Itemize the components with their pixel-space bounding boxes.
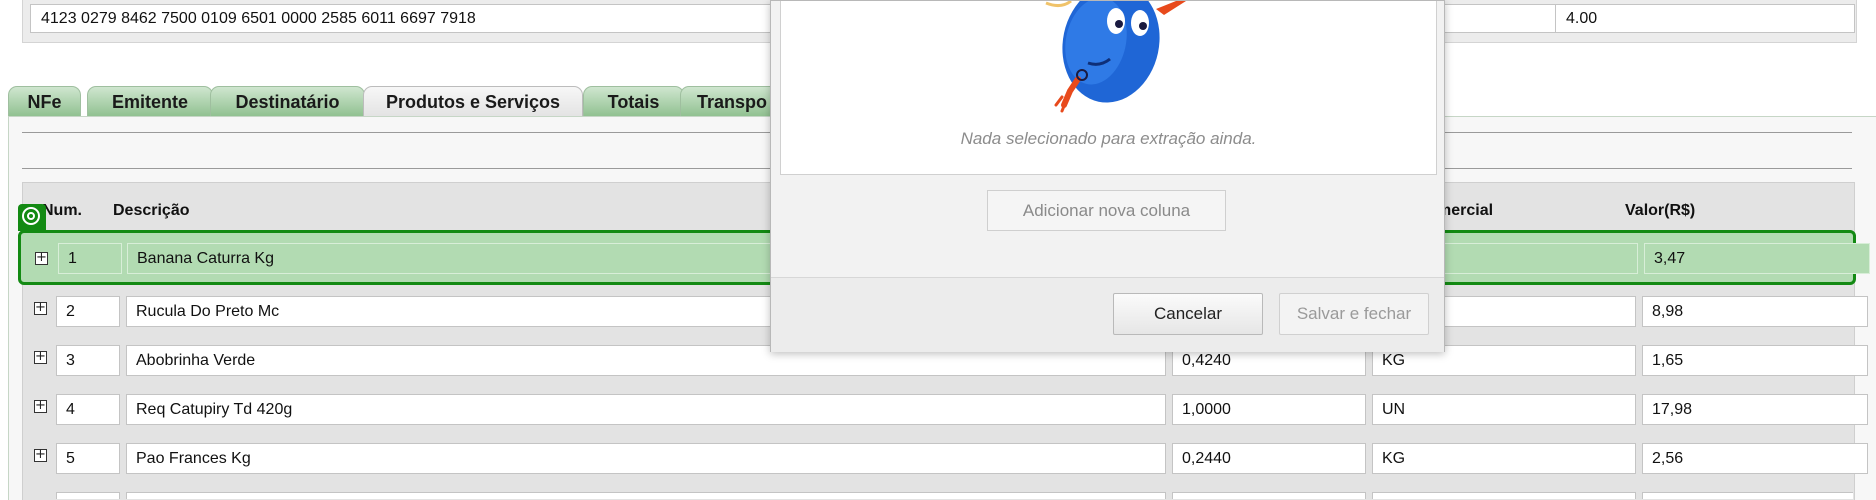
expand-icon[interactable]: + xyxy=(34,399,47,413)
cell-unidade[interactable]: UN xyxy=(1372,394,1636,425)
dialog-footer: Cancelar Salvar e fechar xyxy=(771,277,1444,352)
cell-valor[interactable]: 8,98 xyxy=(1642,296,1868,327)
extraction-dialog: Nada selecionado para extração ainda. Ad… xyxy=(770,0,1445,352)
cell-valor[interactable]: 2,56 xyxy=(1642,443,1868,474)
cell-quantidade[interactable]: 1,0000 xyxy=(1172,394,1366,425)
cell-valor[interactable]: 3,47 xyxy=(1644,243,1870,274)
header-unidade: mercial xyxy=(1437,202,1494,219)
cell-num[interactable]: 2 xyxy=(56,296,120,327)
table-row[interactable]: + 5 Pao Frances Kg 0,2440 KG 2,56 xyxy=(22,437,1868,480)
cell-quantidade[interactable]: 0,2440 xyxy=(1172,443,1366,474)
header-num: Num. xyxy=(42,202,82,219)
expand-icon[interactable]: + xyxy=(34,448,47,462)
tab-destinatario[interactable]: Destinatário xyxy=(210,86,365,117)
cell-valor[interactable]: 17,98 xyxy=(1642,394,1868,425)
tab-nfe[interactable]: NFe xyxy=(8,86,81,117)
cell-quantidade[interactable] xyxy=(1172,492,1366,499)
cell-num[interactable]: 4 xyxy=(56,394,120,425)
header-valor: Valor(R$) xyxy=(1625,202,1696,219)
target-icon[interactable] xyxy=(18,204,46,231)
cell-num[interactable]: 1 xyxy=(58,243,122,274)
header-descricao: Descrição xyxy=(113,202,190,219)
expand-icon[interactable]: + xyxy=(34,350,47,364)
cell-unidade[interactable]: KG xyxy=(1372,443,1636,474)
cell-num[interactable]: 5 xyxy=(56,443,120,474)
versao-field[interactable]: 4.00 xyxy=(1555,4,1855,33)
cell-num[interactable]: 3 xyxy=(56,345,120,376)
extraction-preview: Nada selecionado para extração ainda. xyxy=(780,1,1437,175)
table-row[interactable]: + 4 Req Catupiry Td 420g 1,0000 UN 17,98 xyxy=(22,388,1868,431)
tab-transporte[interactable]: Transpo xyxy=(680,86,780,117)
tab-totais[interactable]: Totais xyxy=(583,86,684,117)
add-column-button[interactable]: Adicionar nova coluna xyxy=(987,190,1226,231)
empty-message: Nada selecionado para extração ainda. xyxy=(960,129,1257,148)
chave-acesso-field[interactable]: 4123 0279 8462 7500 0109 6501 0000 2585 … xyxy=(30,4,803,33)
expand-icon[interactable]: + xyxy=(34,301,47,315)
cell-valor[interactable]: 1,65 xyxy=(1642,345,1868,376)
save-close-button[interactable]: Salvar e fechar xyxy=(1279,293,1429,335)
cancel-button[interactable]: Cancelar xyxy=(1113,293,1263,335)
table-row[interactable] xyxy=(22,486,1853,499)
mascot-illustration xyxy=(1045,1,1186,113)
cell-descricao[interactable] xyxy=(126,492,1166,499)
expand-icon[interactable]: + xyxy=(35,251,48,265)
tab-emitente[interactable]: Emitente xyxy=(87,86,213,117)
tab-produtos-servicos[interactable]: Produtos e Serviços xyxy=(363,86,583,118)
cell-num[interactable] xyxy=(56,492,120,499)
cell-valor[interactable] xyxy=(1642,492,1853,499)
cell-descricao[interactable]: Req Catupiry Td 420g xyxy=(126,394,1166,425)
cell-descricao[interactable]: Pao Frances Kg xyxy=(126,443,1166,474)
cell-unidade[interactable] xyxy=(1372,492,1636,499)
